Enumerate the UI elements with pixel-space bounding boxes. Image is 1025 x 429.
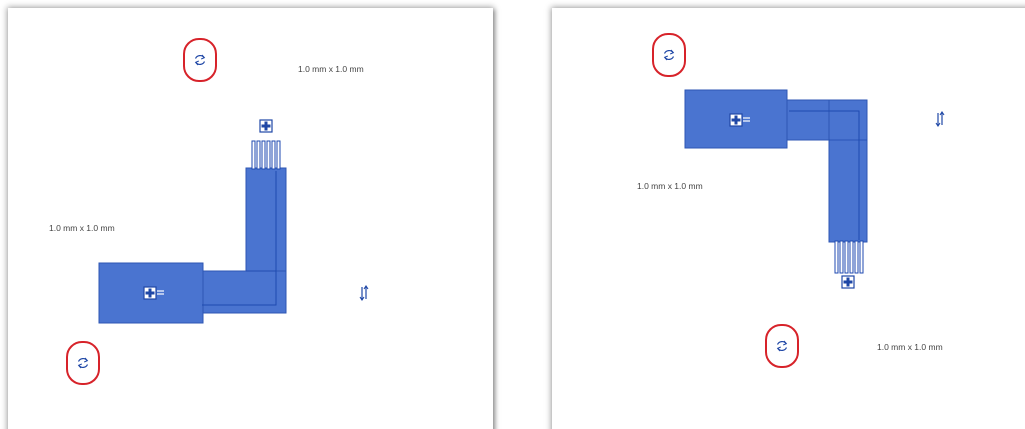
dimension-label: 1.0 mm x 1.0 mm <box>637 181 703 191</box>
rotate-icon <box>776 340 788 352</box>
canvas-area: 1.0 mm x 1.0 mm 1.0 mm x 1.0 mm 1.0 mm x… <box>0 0 1025 429</box>
pin-group <box>834 240 864 274</box>
rotate-icon <box>194 54 206 66</box>
rotate-button[interactable] <box>652 33 686 77</box>
flip-icon[interactable] <box>359 285 369 301</box>
view-panel-left: 1.0 mm x 1.0 mm 1.0 mm x 1.0 mm <box>8 8 493 429</box>
dimension-label: 1.0 mm x 1.0 mm <box>877 342 943 352</box>
flip-icon[interactable] <box>935 111 945 127</box>
rotate-button[interactable] <box>765 324 799 368</box>
move-cross-icon[interactable] <box>841 275 855 289</box>
view-panel-right: 1.0 mm x 1.0 mm 1.0 mm x 1.0 mm <box>552 8 1025 429</box>
flex-connector-part[interactable] <box>684 89 868 274</box>
pin-group <box>251 140 281 170</box>
rotate-button[interactable] <box>183 38 217 82</box>
flex-connector-part[interactable] <box>98 140 287 324</box>
dimension-label: 1.0 mm x 1.0 mm <box>49 223 115 233</box>
rotate-icon <box>663 49 675 61</box>
dimension-label: 1.0 mm x 1.0 mm <box>298 64 364 74</box>
rotate-icon <box>77 357 89 369</box>
move-cross-icon[interactable] <box>259 119 273 133</box>
rotate-button[interactable] <box>66 341 100 385</box>
